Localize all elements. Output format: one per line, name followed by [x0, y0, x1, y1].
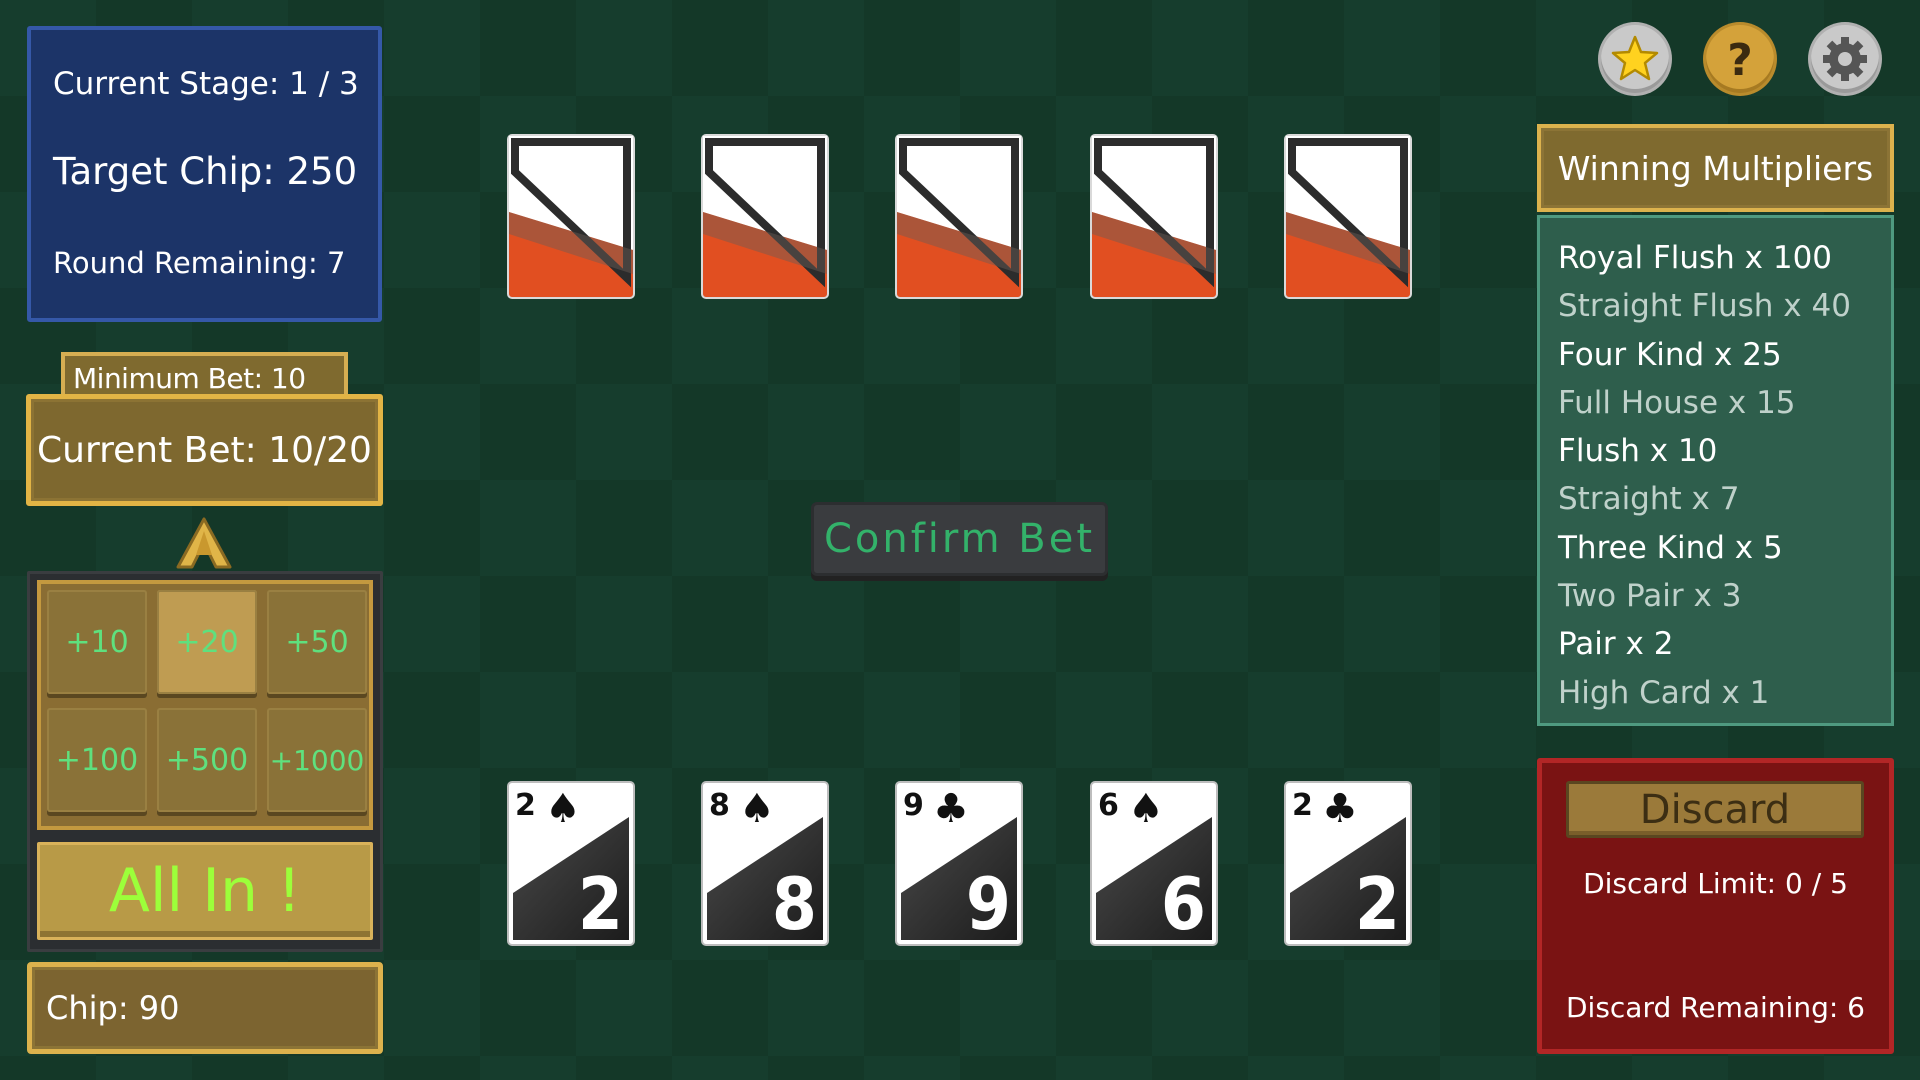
player-card-3[interactable]: 9 ♣ 9 [895, 781, 1023, 946]
spade-icon: ♠ [739, 786, 775, 832]
confirm-bet-button[interactable]: Confirm Bet [811, 502, 1108, 576]
card-back-icon [895, 134, 1023, 299]
chip-button-500[interactable]: +500 [157, 708, 257, 812]
club-icon: ♣ [1322, 786, 1358, 832]
card-rank-big: 6 [1160, 862, 1206, 946]
target-chip-label: Target Chip: 250 [53, 150, 358, 193]
player-card-1[interactable]: 2 ♠ 2 [507, 781, 635, 946]
chip-balance: Chip: 90 [27, 962, 383, 1054]
multiplier-item: Pair x 2 [1558, 626, 1674, 663]
card-back-icon [701, 134, 829, 299]
card-rank-small: 8 [709, 788, 730, 823]
chip-button-1000[interactable]: +1000 [267, 708, 367, 812]
chip-button-20[interactable]: +20 [157, 590, 257, 694]
all-in-button[interactable]: All In ! [37, 842, 373, 940]
card-back-icon [507, 134, 635, 299]
chip-button-10[interactable]: +10 [47, 590, 147, 694]
card-rank-small: 6 [1098, 788, 1119, 823]
card-rank-small: 2 [515, 788, 536, 823]
card-back-icon [1090, 134, 1218, 299]
multiplier-item: Two Pair x 3 [1558, 578, 1742, 615]
card-rank-big: 9 [965, 862, 1011, 946]
star-icon[interactable] [1601, 25, 1669, 93]
dealer-card-5 [1284, 134, 1412, 299]
card-rank-small: 9 [903, 788, 924, 823]
card-rank-big: 2 [577, 862, 623, 946]
multiplier-item: Straight Flush x 40 [1558, 288, 1851, 325]
player-card-4[interactable]: 6 ♠ 6 [1090, 781, 1218, 946]
winning-multipliers-title: Winning Multipliers [1537, 124, 1894, 212]
bet-up-arrow-icon[interactable] [176, 515, 232, 571]
multiplier-item: Flush x 10 [1558, 433, 1718, 470]
chip-button-50[interactable]: +50 [267, 590, 367, 694]
gear-icon[interactable] [1811, 25, 1879, 93]
discard-button[interactable]: Discard [1566, 781, 1864, 838]
card-rank-big: 2 [1354, 862, 1400, 946]
dealer-card-2 [701, 134, 829, 299]
player-card-5[interactable]: 2 ♣ 2 [1284, 781, 1412, 946]
minimum-bet-label: Minimum Bet: 10 [61, 352, 348, 398]
spade-icon: ♠ [1128, 786, 1164, 832]
svg-text:?: ? [1727, 35, 1753, 86]
multiplier-item: Four Kind x 25 [1558, 336, 1782, 373]
chip-button-100[interactable]: +100 [47, 708, 147, 812]
dealer-card-4 [1090, 134, 1218, 299]
multiplier-item: Royal Flush x 100 [1558, 240, 1833, 276]
spade-icon: ♠ [545, 786, 581, 832]
stage-info-panel: Current Stage: 1 / 3 Target Chip: 250 Ro… [27, 26, 382, 322]
multiplier-item: Full House x 15 [1558, 384, 1796, 421]
card-back-icon [1284, 134, 1412, 299]
discard-limit-label: Discard Limit: 0 / 5 [1583, 867, 1848, 900]
multiplier-item: Straight x 7 [1558, 481, 1740, 518]
dealer-card-3 [895, 134, 1023, 299]
club-icon: ♣ [933, 786, 969, 832]
multiplier-item: Three Kind x 5 [1558, 529, 1783, 566]
round-remaining-label: Round Remaining: 7 [53, 246, 346, 280]
current-stage-label: Current Stage: 1 / 3 [53, 66, 359, 102]
chip-button-grid: +10 +20 +50 +100 +500 +1000 [37, 580, 373, 830]
card-rank-small: 2 [1292, 788, 1313, 823]
multipliers-list: Royal Flush x 100 Straight Flush x 40 Fo… [1537, 215, 1894, 726]
dealer-card-1 [507, 134, 635, 299]
help-icon[interactable]: ? [1706, 25, 1774, 93]
player-card-2[interactable]: 8 ♠ 8 [701, 781, 829, 946]
current-bet-display: Current Bet: 10/20 [26, 394, 383, 506]
discard-remaining-label: Discard Remaining: 6 [1565, 991, 1865, 1024]
multiplier-item: High Card x 1 [1558, 674, 1770, 711]
card-rank-big: 8 [771, 862, 817, 946]
